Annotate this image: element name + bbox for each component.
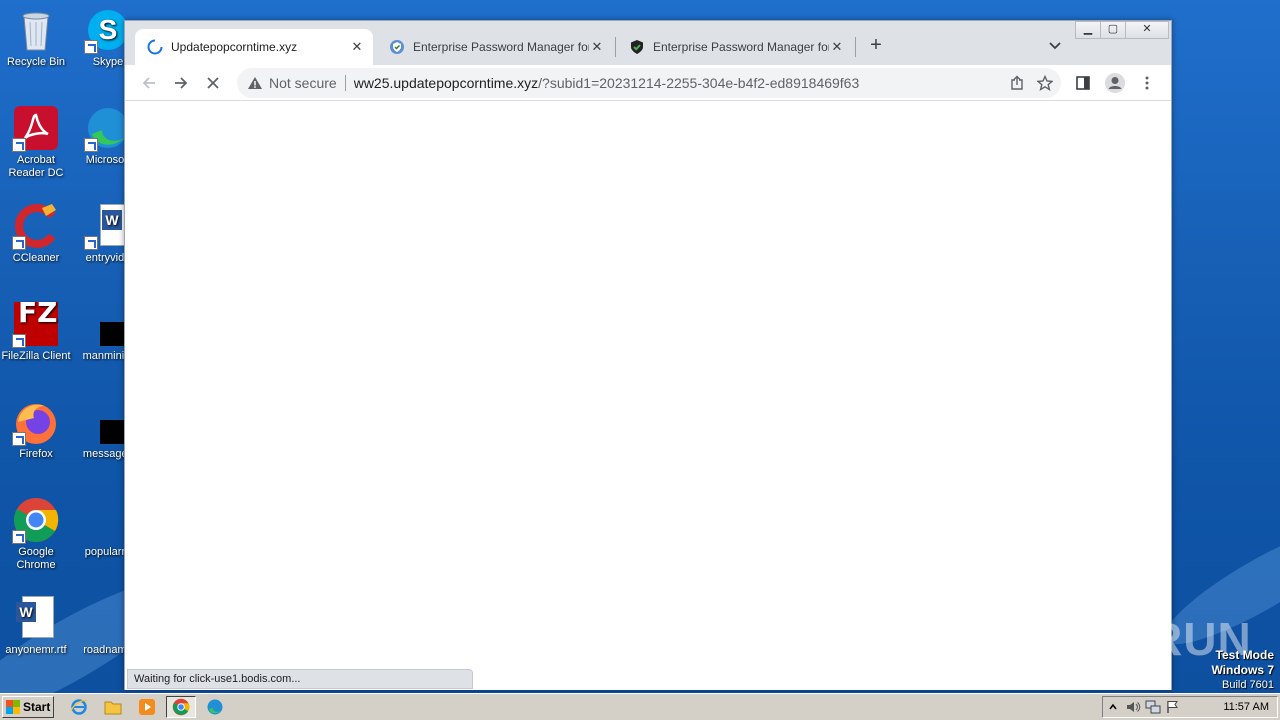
edge-icon	[207, 699, 223, 715]
desktop-icon-recycle-bin[interactable]: Recycle Bin	[0, 6, 72, 69]
tab-title: Enterprise Password Manager for Te	[413, 40, 589, 54]
chevron-down-icon	[1049, 42, 1061, 50]
desktop-icon-label: Acrobat Reader DC	[8, 154, 64, 179]
close-icon	[207, 77, 219, 89]
omnibox-separator	[344, 75, 346, 91]
tab-separator	[615, 37, 616, 57]
warning-icon	[248, 77, 262, 89]
test-mode-line: Build 7601	[1222, 679, 1274, 691]
desktop-icon-label: CCleaner	[12, 252, 60, 264]
share-icon	[1011, 75, 1023, 90]
desktop-icon-anyonemr[interactable]: W anyonemr.rtf	[0, 594, 72, 657]
star-icon	[1037, 75, 1053, 91]
close-icon[interactable]: ✕	[589, 39, 605, 55]
status-bubble: Waiting for click-use1.bodis.com...	[127, 669, 473, 689]
taskbar-internet-explorer[interactable]	[68, 697, 90, 717]
stop-button[interactable]	[199, 69, 227, 97]
speaker-icon	[1127, 702, 1141, 712]
desktop-icon-label: Google Chrome	[16, 546, 56, 571]
browser-window: Updatepopcorntime.xyz ✕ Enterprise Passw…	[124, 20, 1172, 690]
windows-flag-icon	[6, 700, 20, 714]
desktop-icon-filezilla[interactable]: FZ FileZilla Client	[0, 299, 72, 363]
maximize-button[interactable]: ▢	[1100, 21, 1126, 39]
shield-check-green-icon	[629, 39, 645, 55]
desktop-icon-label: Recycle Bin	[6, 56, 66, 68]
filezilla-icon: FZ	[12, 299, 60, 348]
url-host: ww25.updatepopcorntime.xyz	[353, 75, 539, 91]
desktop-icon-label: Firefox	[19, 448, 53, 460]
media-player-icon	[139, 699, 155, 715]
browser-toolbar: Not secure ww25.updatepopcorntime.xyz/?s…	[125, 65, 1171, 101]
chrome-icon	[12, 496, 60, 544]
desktop-icon-acrobat[interactable]: Acrobat Reader DC	[0, 104, 72, 180]
network-button[interactable]	[1143, 698, 1163, 716]
address-bar[interactable]: Not secure ww25.updatepopcorntime.xyz/?s…	[237, 68, 1061, 98]
desktop-icon-ccleaner[interactable]: CCleaner	[0, 202, 72, 265]
desktop-icon-google-chrome[interactable]: Google Chrome	[0, 496, 72, 572]
action-center-button[interactable]	[1163, 698, 1183, 716]
tab-title: Enterprise Password Manager for Te	[653, 40, 829, 54]
system-tray: 11:57 AM	[1102, 696, 1278, 718]
start-label: Start	[23, 700, 51, 714]
acrobat-icon	[12, 104, 60, 152]
test-mode-line: Test Mode	[1215, 648, 1274, 662]
tab-strip: Updatepopcorntime.xyz ✕ Enterprise Passw…	[125, 21, 1171, 65]
page-content	[125, 102, 1171, 690]
taskbar-edge[interactable]	[204, 697, 226, 717]
avatar-icon	[1105, 73, 1125, 93]
clock[interactable]: 11:57 AM	[1223, 701, 1277, 713]
url-path: /?subid1=20231214-2255-304e-b4f2-ed89184…	[538, 75, 860, 91]
taskbar-media-player[interactable]	[136, 697, 158, 717]
shield-check-blue-icon	[389, 39, 405, 55]
ccleaner-icon	[12, 202, 60, 250]
taskbar: Start 11:57 AM	[0, 693, 1280, 720]
start-button[interactable]: Start	[2, 696, 54, 718]
tab-updatepopcorntime[interactable]: Updatepopcorntime.xyz ✕	[135, 29, 373, 65]
taskbar-explorer[interactable]	[102, 697, 124, 717]
folder-icon	[104, 701, 122, 715]
desktop-icon-label: FileZilla Client	[1, 350, 71, 362]
menu-button[interactable]	[1133, 69, 1161, 97]
tab-enterprise-password-manager-1[interactable]: Enterprise Password Manager for Te ✕	[377, 29, 613, 65]
taskbar-chrome[interactable]	[166, 696, 196, 718]
security-label[interactable]: Not secure	[263, 75, 337, 91]
new-tab-button[interactable]: +	[865, 35, 887, 57]
loading-spinner-icon	[147, 39, 163, 55]
profile-button[interactable]	[1101, 69, 1129, 97]
flag-icon	[1167, 701, 1178, 713]
word-document-icon: W	[12, 594, 60, 642]
tab-separator	[855, 37, 856, 57]
kebab-menu-icon	[1145, 76, 1149, 90]
network-icon	[1145, 700, 1161, 714]
arrow-left-icon	[142, 77, 155, 89]
desktop-icon-label: anyonemr.rtf	[5, 644, 67, 656]
firefox-icon	[12, 398, 60, 446]
close-icon[interactable]: ✕	[349, 39, 365, 55]
volume-button[interactable]	[1123, 698, 1143, 716]
desktop-icon-label: Skype	[92, 56, 124, 68]
bookmark-button[interactable]	[1033, 71, 1057, 95]
forward-button[interactable]	[167, 69, 195, 97]
tab-title: Updatepopcorntime.xyz	[171, 40, 298, 54]
chevron-up-icon	[1109, 703, 1117, 710]
test-mode-line: Windows 7	[1211, 663, 1274, 677]
test-mode-notice: Test Mode Windows 7 Build 7601	[1211, 648, 1274, 692]
tab-enterprise-password-manager-2[interactable]: Enterprise Password Manager for Te ✕	[617, 29, 853, 65]
arrow-right-icon	[175, 77, 188, 89]
side-panel-button[interactable]	[1069, 69, 1097, 97]
chrome-icon	[172, 698, 190, 716]
tray-expand-button[interactable]	[1103, 698, 1123, 716]
side-panel-icon	[1076, 76, 1090, 90]
minimize-button[interactable]: ▁	[1075, 21, 1101, 39]
desktop-icon-firefox[interactable]: Firefox	[0, 398, 72, 461]
close-icon[interactable]: ✕	[829, 39, 845, 55]
recycle-bin-icon	[12, 6, 60, 54]
tab-search-button[interactable]	[1045, 35, 1065, 55]
back-button[interactable]	[135, 69, 163, 97]
close-window-button[interactable]: ✕	[1125, 21, 1169, 39]
internet-explorer-icon	[70, 699, 88, 715]
share-button[interactable]	[1005, 71, 1029, 95]
